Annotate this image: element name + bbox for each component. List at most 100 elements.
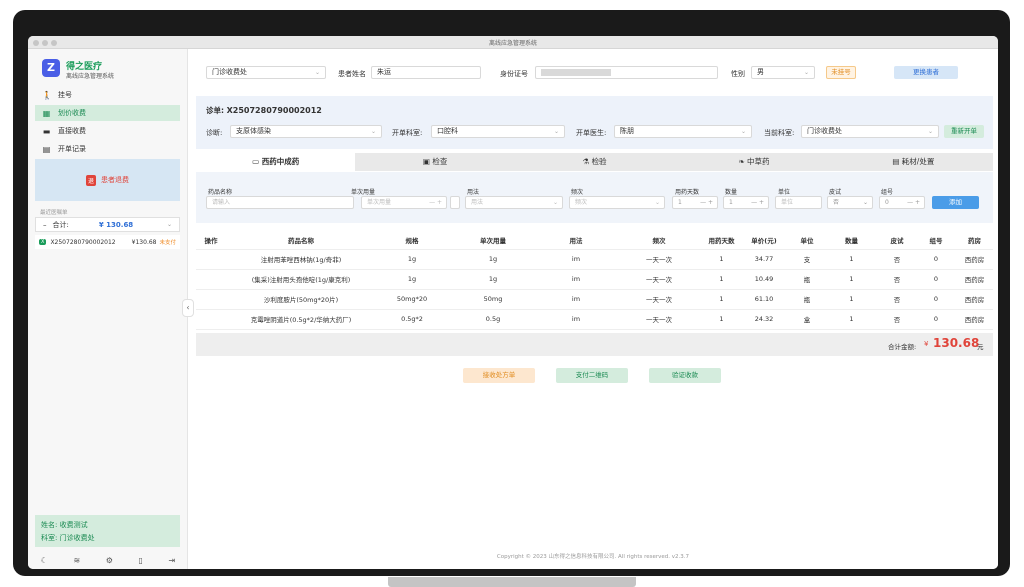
table-cell: 1 <box>704 289 739 310</box>
form-header-dose: 单次用量 <box>351 189 376 196</box>
table-header-row: 操作 药品名称 规格 单次用量 用法 频次 用药天数 单价(元) 单位 数量 皮… <box>196 231 993 250</box>
id-number-redacted <box>541 69 611 76</box>
user-dept-label: 科室: <box>41 534 58 542</box>
table-cell: im <box>538 289 614 310</box>
gender-select[interactable]: 男 ⌄ <box>751 66 815 79</box>
order-label: 诊单: <box>206 106 224 115</box>
sidebar-collapse-button[interactable]: ‹ <box>182 299 194 317</box>
group-stepper[interactable]: 0 — + <box>879 196 925 209</box>
table-cell: 0 <box>916 249 956 270</box>
tab-lab-test[interactable]: ⚗ 检验 <box>515 153 674 171</box>
change-patient-button[interactable]: 更换患者 <box>894 66 958 79</box>
table-cell[interactable] <box>196 249 226 270</box>
skin-test-select[interactable]: 否 ⌄ <box>827 196 873 209</box>
diagnosis-select[interactable]: 支原体感染 ⌄ <box>230 125 382 138</box>
table-cell: 1 <box>704 309 739 330</box>
dose-unit-select[interactable] <box>450 196 460 209</box>
moon-icon[interactable]: ☾ <box>41 556 48 565</box>
table-row[interactable]: 注射用苯唑西林钠(1g/奇菲) 1g 1g im 一天一次 1 34.77 支 1 否 0 西药房 <box>196 249 993 270</box>
drug-name-input[interactable]: 请输入 <box>206 196 354 209</box>
table-cell: 24.32 <box>739 309 789 330</box>
id-number-field[interactable] <box>535 66 718 79</box>
quantity-stepper[interactable]: 1 — + <box>723 196 769 209</box>
table-cell: 0 <box>916 289 956 310</box>
order-panel: 诊单: X2507280790002012 诊断: 支原体感染 ⌄ 开单科室: … <box>196 96 993 149</box>
col-header: 药品名称 <box>226 231 376 250</box>
recent-order-item[interactable]: X X2507280790002012 ¥130.68 未支付 <box>35 235 180 249</box>
patient-name-field[interactable]: 朱运 <box>371 66 481 79</box>
table-row[interactable]: 克霉唑阴道片(0.5g*2/华纳大药厂) 0.5g*2 0.5g im 一天一次 1 24.… <box>196 309 993 330</box>
payment-qrcode-button[interactable]: 支付二维码 <box>556 368 628 383</box>
table-cell: 1g <box>448 269 538 290</box>
tab-examination[interactable]: ▣ 检查 <box>355 153 514 171</box>
dept-select[interactable]: 门诊收费处 ⌄ <box>206 66 326 79</box>
table-cell: 1g <box>376 249 448 270</box>
form-header-frequency: 频次 <box>571 189 584 196</box>
nav-item-register[interactable]: 🚶 挂号 <box>35 87 180 103</box>
table-cell: 克霉唑阴道片(0.5g*2/华纳大药厂) <box>226 309 376 330</box>
tab-supplies[interactable]: ▤ 耗材/处置 <box>834 153 993 171</box>
nav-label: 直接收费 <box>58 127 86 135</box>
current-dept-select[interactable]: 门诊收费处 ⌄ <box>801 125 939 138</box>
nav-item-pricing[interactable]: ▦ 划价收费 <box>35 105 180 121</box>
title-bar: 离线应急管理系统 <box>28 36 998 49</box>
table-cell: 34.77 <box>739 249 789 270</box>
dose-stepper[interactable]: 单次用量 — + <box>361 196 447 209</box>
chevron-down-icon: ⌄ <box>314 69 320 76</box>
table-cell: 0.5g*2 <box>376 309 448 330</box>
table-cell[interactable] <box>196 309 226 330</box>
recent-order-status: 未支付 <box>159 240 176 246</box>
total-amount: 130.68 <box>933 336 980 350</box>
days-stepper[interactable]: 1 — + <box>672 196 718 209</box>
copyright-footer: Copyright © 2023 山东得之信息科技有限公司. All right… <box>496 554 690 560</box>
nav-label: 挂号 <box>58 91 72 99</box>
wifi-icon[interactable]: ≋ <box>74 556 81 565</box>
logout-icon[interactable]: ⇥ <box>168 556 175 565</box>
refund-button[interactable]: 退 患者退费 <box>35 159 180 201</box>
verify-payment-button[interactable]: 验证收款 <box>649 368 721 383</box>
table-cell[interactable] <box>196 289 226 310</box>
stepper-controls: — + <box>700 199 713 206</box>
table-cell[interactable] <box>196 269 226 290</box>
gear-icon[interactable]: ⚙ <box>106 556 113 565</box>
frequency-select[interactable]: 频次 ⌄ <box>569 196 665 209</box>
table-cell: 10.49 <box>739 269 789 290</box>
chevron-down-icon: ⌄ <box>553 128 559 135</box>
form-header-drug: 药品名称 <box>208 189 233 196</box>
order-dept-label: 开单科室: <box>392 129 423 137</box>
walk-icon: 🚶 <box>42 90 52 100</box>
receive-prescription-button[interactable]: 接收处方单 <box>463 368 535 383</box>
tab-label: 检查 <box>432 157 448 166</box>
usage-placeholder: 用法 <box>471 199 484 206</box>
unit-input[interactable]: 单位 <box>775 196 822 209</box>
table-cell: 瓶 <box>789 269 825 290</box>
id-number-label: 身份证号 <box>500 70 528 78</box>
table-row[interactable]: (集采)注射用头孢他啶(1g/康克利) 1g 1g im 一天一次 1 10.49 瓶 1 否 0 西… <box>196 269 993 290</box>
tab-bar: ▭ 西药中成药 ▣ 检查 ⚗ 检验 ❧ 中草药 ▤ 耗材/处置 <box>196 153 993 171</box>
table-row[interactable]: 沙利度胺片(50mg*20片) 50mg*20 50mg im 一天一次 1 61.10 瓶 1… <box>196 289 993 310</box>
col-header: 药房 <box>956 231 993 250</box>
chevron-down-icon: ⌄ <box>370 128 376 135</box>
table-cell: im <box>538 269 614 290</box>
form-header-days: 用药天数 <box>675 189 700 196</box>
summary-bar: 合计金额: ¥ 130.68 元 <box>196 333 993 356</box>
calculator-icon: ▦ <box>42 108 51 118</box>
add-drug-button[interactable]: 添加 <box>932 196 979 209</box>
doctor-select[interactable]: 陈朋 ⌄ <box>614 125 752 138</box>
reopen-order-button[interactable]: 重新开单 <box>944 125 984 138</box>
main-content: 门诊收费处 ⌄ 患者姓名 朱运 身份证号 性别 男 ⌄ 未挂号 更换患者 诊单:… <box>188 49 998 569</box>
nav-item-order-records[interactable]: ▤ 开单记录 <box>35 141 180 157</box>
info-icon[interactable]: ▯ <box>139 556 143 565</box>
tab-western-medicine[interactable]: ▭ 西药中成药 <box>196 153 356 171</box>
tab-label: 耗材/处置 <box>901 157 935 166</box>
usage-select[interactable]: 用法 ⌄ <box>465 196 563 209</box>
tab-herbal-medicine[interactable]: ❧ 中草药 <box>674 153 833 171</box>
recent-total-row[interactable]: – 合计: ¥ 130.68 ⌄ <box>35 217 180 232</box>
order-dept-select[interactable]: 口腔科 ⌄ <box>431 125 565 138</box>
skin-test-value: 否 <box>833 199 840 206</box>
patient-name-value: 朱运 <box>377 68 391 76</box>
nav-item-direct-charge[interactable]: ▬ 直接收费 <box>35 123 180 139</box>
recent-total-value: ¥ 130.68 <box>98 220 134 229</box>
user-info: 姓名: 收费测试 科室: 门诊收费处 <box>35 515 180 547</box>
form-header-quantity: 数量 <box>725 189 738 196</box>
